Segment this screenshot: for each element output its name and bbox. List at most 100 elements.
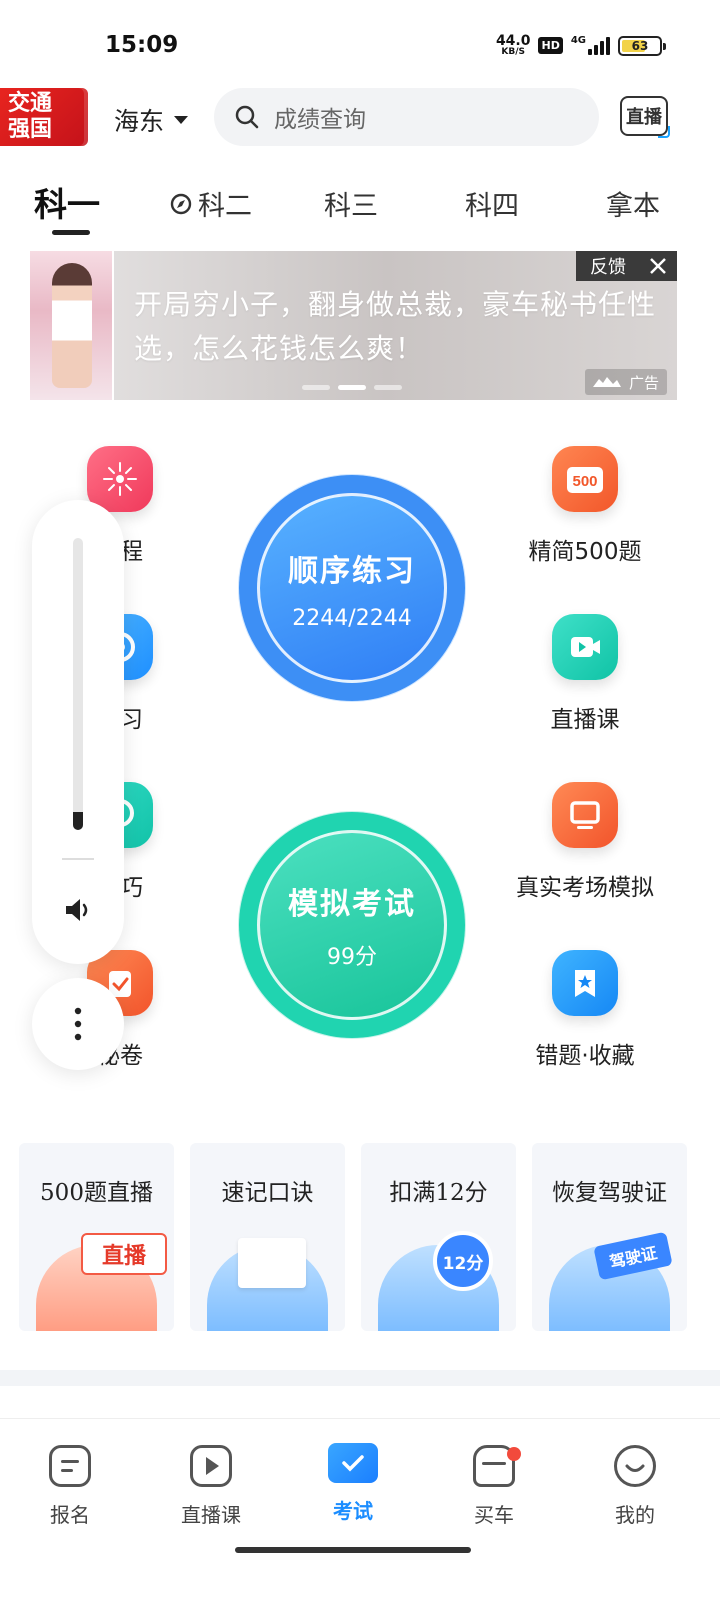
- card-restore-license[interactable]: 恢复驾驶证 驾驶证: [532, 1143, 687, 1331]
- video-camera-icon: [552, 614, 618, 680]
- carousel-indicator: [302, 385, 402, 390]
- active-tab-indicator: [52, 230, 90, 235]
- mock-exam-title: 模拟考试: [288, 887, 416, 922]
- bottom-nav: 报名 直播课 考试 买车 我的: [0, 1418, 720, 1600]
- logo-line1: 交通: [8, 91, 53, 116]
- volume-level: [73, 812, 83, 830]
- sequential-practice-core: 顺序练习 2244/2244: [257, 493, 447, 683]
- city-name: 海东: [114, 107, 165, 136]
- network-speed-unit: KB/S: [501, 47, 526, 57]
- nav-signup[interactable]: 报名: [20, 1437, 120, 1528]
- app-logo[interactable]: 交通 强国: [0, 88, 88, 146]
- monitor-icon: [552, 782, 618, 848]
- tab-label: 科三: [324, 191, 378, 222]
- points-badge: 12分: [433, 1231, 493, 1291]
- carousel-dot: [374, 385, 402, 390]
- nav-exam[interactable]: 考试: [303, 1437, 403, 1524]
- volume-divider: [62, 858, 94, 860]
- feature-label: 精简500题: [528, 539, 642, 565]
- network-speed: 44.0 KB/S: [496, 34, 531, 57]
- tv-icon: [190, 1445, 232, 1487]
- ad-image: [30, 251, 114, 400]
- ad-text: 开局穷小子，翻身做总裁，豪车秘书任性选，怎么花钱怎么爽！: [134, 288, 657, 365]
- status-indicators: 44.0 KB/S HD 4G 63: [496, 34, 666, 57]
- sequential-practice-button[interactable]: 顺序练习 2244/2244: [239, 475, 465, 701]
- tab-label: 科二: [198, 191, 252, 222]
- ad-tag: 广告: [584, 369, 667, 395]
- network-type: 4G: [570, 35, 586, 46]
- notification-dot: [507, 1447, 521, 1461]
- live-button[interactable]: 直播: [620, 96, 670, 138]
- mock-exam-score: 99分: [327, 945, 377, 970]
- nav-label: 报名: [50, 1503, 90, 1527]
- speaker-icon[interactable]: [62, 894, 94, 926]
- tab-subject-2[interactable]: 科二: [170, 184, 252, 223]
- mock-exam-button[interactable]: 模拟考试 99分: [239, 812, 465, 1038]
- carousel-dot-active: [338, 385, 366, 390]
- topic-cards: 500题直播 直播 速记口诀 扣满12分 12分 恢复驾驶证 驾驶证: [19, 1143, 689, 1331]
- nav-mine[interactable]: 我的: [585, 1437, 685, 1528]
- subject-tabs: 科一 科二 科三 科四 拿本: [0, 178, 720, 238]
- exam-screen: 15:09 44.0 KB/S HD 4G 63 交通 强国 海东 成绩查询 直…: [0, 0, 720, 1600]
- nav-label: 考试: [333, 1499, 373, 1523]
- tab-label: 拿本: [606, 191, 660, 222]
- volume-slider[interactable]: [73, 538, 83, 830]
- tab-subject-4[interactable]: 科四: [465, 184, 519, 223]
- ad-banner[interactable]: 开局穷小子，翻身做总裁，豪车秘书任性选，怎么花钱怎么爽！ 反馈 广告: [30, 251, 677, 400]
- nav-label: 买车: [474, 1503, 514, 1527]
- tab-subject-1[interactable]: 科一: [34, 178, 100, 226]
- card-mnemonics[interactable]: 速记口诀: [190, 1143, 345, 1331]
- feature-label: 真实考场模拟: [516, 875, 654, 901]
- document-icon: [238, 1238, 306, 1288]
- card-12-points[interactable]: 扣满12分 12分: [361, 1143, 516, 1331]
- ad-feedback-label: 反馈: [590, 257, 626, 278]
- close-icon[interactable]: [649, 257, 667, 275]
- battery-icon: 63: [618, 35, 666, 56]
- status-time: 15:09: [105, 32, 179, 58]
- feature-500-questions[interactable]: 500 精简500题: [500, 446, 670, 566]
- home-indicator[interactable]: [235, 1547, 471, 1553]
- section-divider: [0, 1370, 720, 1386]
- tab-subject-3[interactable]: 科三: [324, 184, 378, 223]
- card-title: 扣满12分: [389, 1180, 488, 1206]
- sequential-title: 顺序练习: [288, 553, 416, 589]
- live-button-label: 直播: [626, 107, 662, 128]
- search-icon: [235, 105, 259, 129]
- nav-live-course[interactable]: 直播课: [161, 1437, 261, 1528]
- card-title: 恢复驾驶证: [552, 1180, 667, 1206]
- smile-icon: [614, 1445, 656, 1487]
- ad-network-icon: [592, 377, 621, 387]
- caret-down-icon: [174, 116, 189, 124]
- feature-label: 直播课: [550, 707, 620, 733]
- carousel-dot: [302, 385, 330, 390]
- live-badge: 直播: [81, 1233, 167, 1275]
- card-title: 速记口诀: [221, 1180, 314, 1206]
- card-500-live[interactable]: 500题直播 直播: [19, 1143, 174, 1331]
- volume-panel[interactable]: [32, 500, 124, 964]
- top-header: 交通 强国 海东 成绩查询 直播: [0, 86, 720, 150]
- city-selector[interactable]: 海东: [114, 102, 189, 138]
- logo-line2: 强国: [8, 117, 53, 142]
- sequential-progress: 2244/2244: [292, 605, 412, 631]
- tab-get-license[interactable]: 拿本: [606, 184, 660, 223]
- search-bar[interactable]: 成绩查询: [214, 88, 599, 146]
- search-placeholder: 成绩查询: [274, 107, 366, 133]
- more-options-button[interactable]: [32, 978, 124, 1070]
- form-icon: [49, 1445, 91, 1487]
- signal-icon: [588, 36, 610, 55]
- more-vertical-icon: [74, 1007, 82, 1041]
- network-speed-value: 44.0: [495, 33, 531, 49]
- nav-buy-car[interactable]: 买车: [444, 1437, 544, 1528]
- folder-check-icon: [328, 1443, 378, 1483]
- mock-exam-core: 模拟考试 99分: [257, 830, 447, 1020]
- tab-label: 科一: [34, 185, 100, 224]
- ad-feedback-button[interactable]: 反馈: [576, 251, 677, 281]
- ad-tag-label: 广告: [628, 373, 659, 392]
- feature-wrong-favorites[interactable]: 错题·收藏: [500, 950, 670, 1070]
- status-bar: 15:09 44.0 KB/S HD 4G 63: [0, 0, 720, 80]
- card-title: 500题直播: [40, 1180, 153, 1206]
- feature-real-exam-sim[interactable]: 真实考场模拟: [500, 782, 670, 902]
- 500-badge-text: 500: [572, 473, 597, 490]
- sparkle-icon: [87, 446, 153, 512]
- feature-live-course[interactable]: 直播课: [500, 614, 670, 734]
